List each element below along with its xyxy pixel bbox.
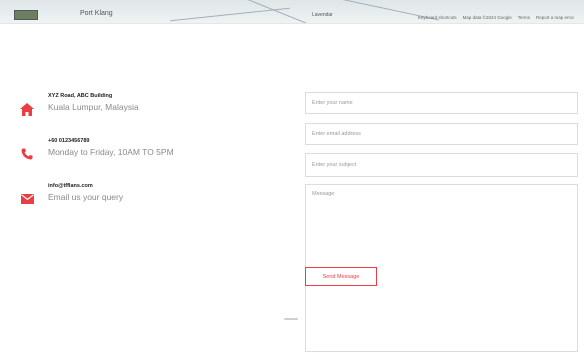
home-icon — [16, 98, 38, 120]
address-title: XYZ Road, ABC Building — [48, 93, 113, 99]
map-place-label: Port Klang — [80, 10, 113, 17]
address-subtitle: Kuala Lumpur, Malaysia — [48, 102, 139, 112]
map-footer-link[interactable]: Map data ©2024 Google — [463, 15, 512, 20]
email-title: info@tfflans.com — [48, 183, 93, 189]
map-footer-link[interactable]: Terms — [518, 15, 530, 20]
footer-divider — [284, 318, 298, 320]
subject-input[interactable] — [305, 153, 578, 177]
email-subtitle: Email us your query — [48, 192, 124, 202]
map-road — [223, 0, 307, 23]
map-embed[interactable]: Port Klang Lavendar Keyboard shortcuts M… — [0, 0, 584, 24]
email-input[interactable] — [305, 123, 578, 145]
phone-subtitle: Monday to Friday, 10AM TO 5PM — [48, 147, 174, 157]
contact-phone: +60 0123456789 Monday to Friday, 10AM TO… — [16, 137, 174, 165]
map-footer-link[interactable]: Keyboard shortcuts — [418, 15, 457, 20]
map-small-label: Lavendar — [312, 12, 333, 18]
phone-icon — [16, 143, 38, 165]
map-footer: Keyboard shortcuts Map data ©2024 Google… — [418, 15, 574, 20]
phone-title: +60 0123456789 — [48, 138, 90, 144]
contact-email: info@tfflans.com Email us your query — [16, 182, 123, 210]
name-input[interactable] — [305, 92, 578, 114]
map-satellite-toggle[interactable] — [14, 10, 38, 20]
envelope-icon — [16, 188, 38, 210]
contact-address: XYZ Road, ABC Building Kuala Lumpur, Mal… — [16, 92, 139, 120]
map-footer-link[interactable]: Report a map error — [536, 15, 574, 20]
send-message-button[interactable]: Send Message — [305, 267, 377, 286]
